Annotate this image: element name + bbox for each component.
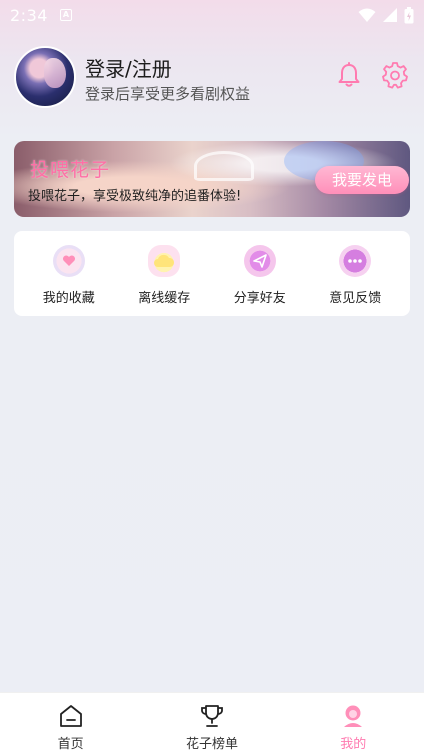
action-label: 分享好友	[233, 291, 286, 306]
bell-icon[interactable]	[337, 62, 361, 88]
donate-button[interactable]: 我要发电	[315, 166, 409, 194]
notification-icon: A	[59, 9, 72, 21]
nav-label: 首页	[57, 737, 84, 752]
status-bar: 2:34 A	[0, 0, 424, 30]
favorite-icon	[52, 245, 85, 277]
banner-title: 投喂花子	[30, 159, 111, 181]
action-offline-cache[interactable]: 离线缓存	[118, 231, 210, 316]
nav-mine[interactable]: 我的	[298, 693, 408, 755]
wifi-icon	[358, 8, 376, 22]
action-label: 离线缓存	[138, 291, 191, 306]
profile-header: 登录/注册 登录后享受更多看剧权益	[14, 46, 410, 108]
nav-label: 我的	[340, 737, 367, 752]
profile-icon	[344, 705, 363, 727]
action-favorites[interactable]: 我的收藏	[23, 231, 115, 316]
gear-icon[interactable]	[381, 61, 409, 89]
status-time: 2:34	[10, 5, 48, 25]
banner-description: 投喂花子，享受极致纯净的追番体验!	[28, 189, 242, 204]
banner-artwork	[194, 151, 254, 181]
login-benefit-text: 登录后享受更多看剧权益	[85, 85, 251, 103]
nav-label: 花子榜单	[185, 737, 238, 752]
action-share[interactable]: 分享好友	[214, 231, 306, 316]
share-icon	[243, 245, 276, 277]
feedback-icon	[339, 245, 372, 277]
signal-icon	[383, 8, 397, 22]
donate-banner[interactable]: 投喂花子 投喂花子，享受极致纯净的追番体验! 我要发电	[14, 141, 410, 217]
nav-ranking[interactable]: 花子榜单	[157, 693, 267, 755]
home-icon	[59, 705, 82, 727]
action-label: 意见反馈	[329, 291, 382, 306]
battery-icon	[404, 6, 414, 23]
cloud-download-icon	[148, 245, 181, 277]
status-indicators	[358, 6, 414, 24]
action-feedback[interactable]: 意见反馈	[309, 231, 401, 316]
quick-actions-card: 我的收藏 离线缓存 分享好友 意见反馈	[14, 231, 410, 316]
action-label: 我的收藏	[42, 291, 95, 306]
trophy-icon	[201, 705, 223, 727]
login-register-link[interactable]: 登录/注册	[85, 53, 172, 82]
avatar[interactable]	[14, 46, 76, 108]
nav-home[interactable]: 首页	[16, 693, 126, 755]
bottom-nav: 首页 花子榜单 我的	[0, 692, 424, 755]
